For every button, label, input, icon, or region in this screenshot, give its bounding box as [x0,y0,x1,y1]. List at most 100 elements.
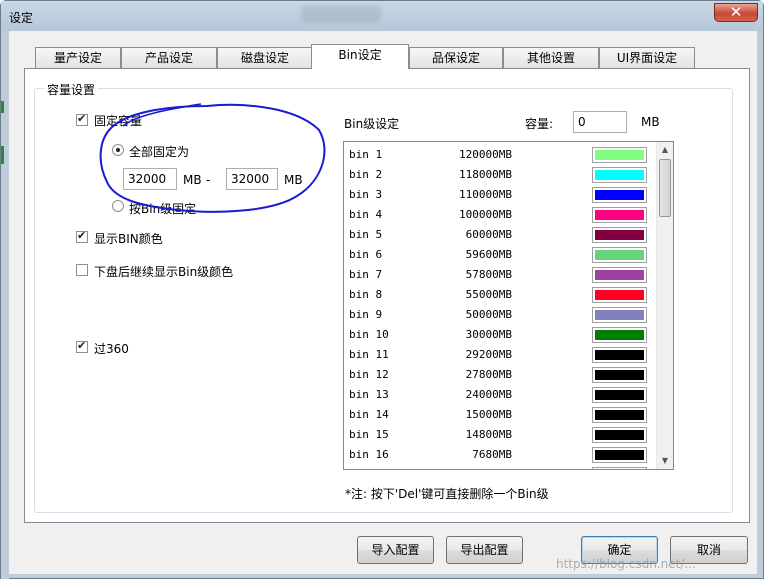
bin-color-swatch[interactable] [592,267,647,283]
bin-color-swatch[interactable] [592,287,647,303]
close-button[interactable]: ✕ [714,3,758,22]
export-config-button[interactable]: 导出配置 [446,536,523,564]
bin-size: 3840MB [454,468,512,469]
list-item[interactable]: bin 7 57800MB [344,265,657,285]
bin-color-fill [595,390,644,400]
list-item[interactable]: bin 3 110000MB [344,185,657,205]
bin-color-fill [595,330,644,340]
continue-show-label: 下盘后继续显示Bin级颜色 [94,265,234,279]
tab-bin[interactable]: Bin设定 [311,44,409,69]
continue-show-checkbox[interactable] [76,264,88,276]
list-item[interactable]: bin 12 27800MB [344,365,657,385]
list-item[interactable]: bin 6 59600MB [344,245,657,265]
bin-color-fill [595,290,644,300]
bin-color-fill [595,430,644,440]
bin-name: bin 2 [349,168,383,181]
per-bin-radio[interactable] [112,200,124,212]
bin-list[interactable]: bin 1 120000MB bin 2 118000MB bin 3 110000MB b… [343,141,674,470]
capacity-input[interactable]: 0 [573,111,627,133]
bin-size: 50000MB [465,308,512,321]
bin-color-swatch[interactable] [592,327,647,343]
bin-color-swatch[interactable] [592,387,647,403]
list-item[interactable]: bin 5 60000MB [344,225,657,245]
bin-size: 110000MB [459,188,512,201]
bin-color-swatch[interactable] [592,167,647,183]
list-item[interactable]: bin 10 30000MB [344,325,657,345]
bin-color-swatch[interactable] [592,367,647,383]
title-bar[interactable]: 设定 ✕ [1,1,763,31]
import-config-button[interactable]: 导入配置 [357,536,434,564]
left-window-border [1,31,9,579]
bin-color-swatch[interactable] [592,427,647,443]
bin-color-swatch[interactable] [592,307,647,323]
list-item[interactable]: bin 16 7680MB [344,445,657,465]
tab-quality[interactable]: 品保设定 [409,47,503,68]
list-item[interactable]: bin 13 24000MB [344,385,657,405]
bin-color-swatch[interactable] [592,207,647,223]
bin-color-swatch[interactable] [592,247,647,263]
tab-disk[interactable]: 磁盘设定 [217,47,313,68]
bin-size: 7680MB [472,448,512,461]
tab-ui[interactable]: UI界面设定 [599,47,695,68]
list-item[interactable]: bin 14 15000MB [344,405,657,425]
list-item[interactable]: bin 8 55000MB [344,285,657,305]
bin-name: bin 11 [349,348,389,361]
all-fixed-label: 全部固定为 [129,145,190,159]
delete-note: *注: 按下'Del'键可直接删除一个Bin级 [345,487,549,501]
bin-name: bin 9 [349,308,383,321]
bin-color-swatch[interactable] [592,147,647,163]
scroll-up-icon[interactable]: ▲ [657,142,673,158]
bin-name: bin 12 [349,368,389,381]
close-icon: ✕ [729,3,743,21]
bin-size: 24000MB [465,388,512,401]
range-dash: - [206,173,211,187]
bin-settings-label: Bin级设定 [344,117,400,131]
bin-name: bin 13 [349,388,389,401]
scroll-down-icon[interactable]: ▼ [657,453,673,469]
bin-size: 55000MB [465,288,512,301]
bin-color-fill [595,190,644,200]
bin-color-fill [595,250,644,260]
bin-color-swatch[interactable] [592,447,647,463]
bin-color-swatch[interactable] [592,227,647,243]
all-fixed-radio[interactable] [112,144,124,156]
tab-other[interactable]: 其他设置 [503,47,599,68]
show-bin-color-checkbox[interactable] [76,229,88,243]
blurred-title-region [301,5,381,23]
pass360-checkbox[interactable] [76,339,88,353]
bin-name: bin 8 [349,288,383,301]
bin-size: 59600MB [465,248,512,261]
watermark: https://blog.csdn.net/... [556,557,696,571]
list-item[interactable]: bin 2 118000MB [344,165,657,185]
list-item[interactable]: bin 17 3840MB [344,465,657,469]
bin-size: 29200MB [465,348,512,361]
bin-name: bin 6 [349,248,383,261]
bin-color-fill [595,350,644,360]
bin-color-swatch[interactable] [592,347,647,363]
bin-color-fill [595,370,644,380]
min-capacity-input[interactable]: 32000 [123,168,177,190]
background-artifact [1,146,4,164]
pass360-label: 过360 [94,342,129,356]
bin-color-swatch[interactable] [592,467,647,469]
max-capacity-input[interactable]: 32000 [226,168,278,190]
bin-list-scrollbar[interactable]: ▲ ▼ [656,142,673,469]
list-item[interactable]: bin 15 14800MB [344,425,657,445]
min-unit-label: MB [183,173,202,187]
scroll-thumb[interactable] [659,159,671,217]
fixed-capacity-label: 固定容量 [94,114,143,128]
bin-name: bin 1 [349,148,383,161]
list-item[interactable]: bin 4 100000MB [344,205,657,225]
bin-color-swatch[interactable] [592,187,647,203]
list-item[interactable]: bin 1 120000MB [344,145,657,165]
per-bin-label: 按Bin级固定 [129,202,197,216]
list-item[interactable]: bin 9 50000MB [344,305,657,325]
bin-color-fill [595,230,644,240]
tab-production[interactable]: 量产设定 [35,47,121,68]
tab-product[interactable]: 产品设定 [121,47,217,68]
bin-color-fill [595,210,644,220]
list-item[interactable]: bin 11 29200MB [344,345,657,365]
bin-color-swatch[interactable] [592,407,647,423]
fixed-capacity-checkbox[interactable] [76,112,88,126]
bin-name: bin 16 [349,448,389,461]
